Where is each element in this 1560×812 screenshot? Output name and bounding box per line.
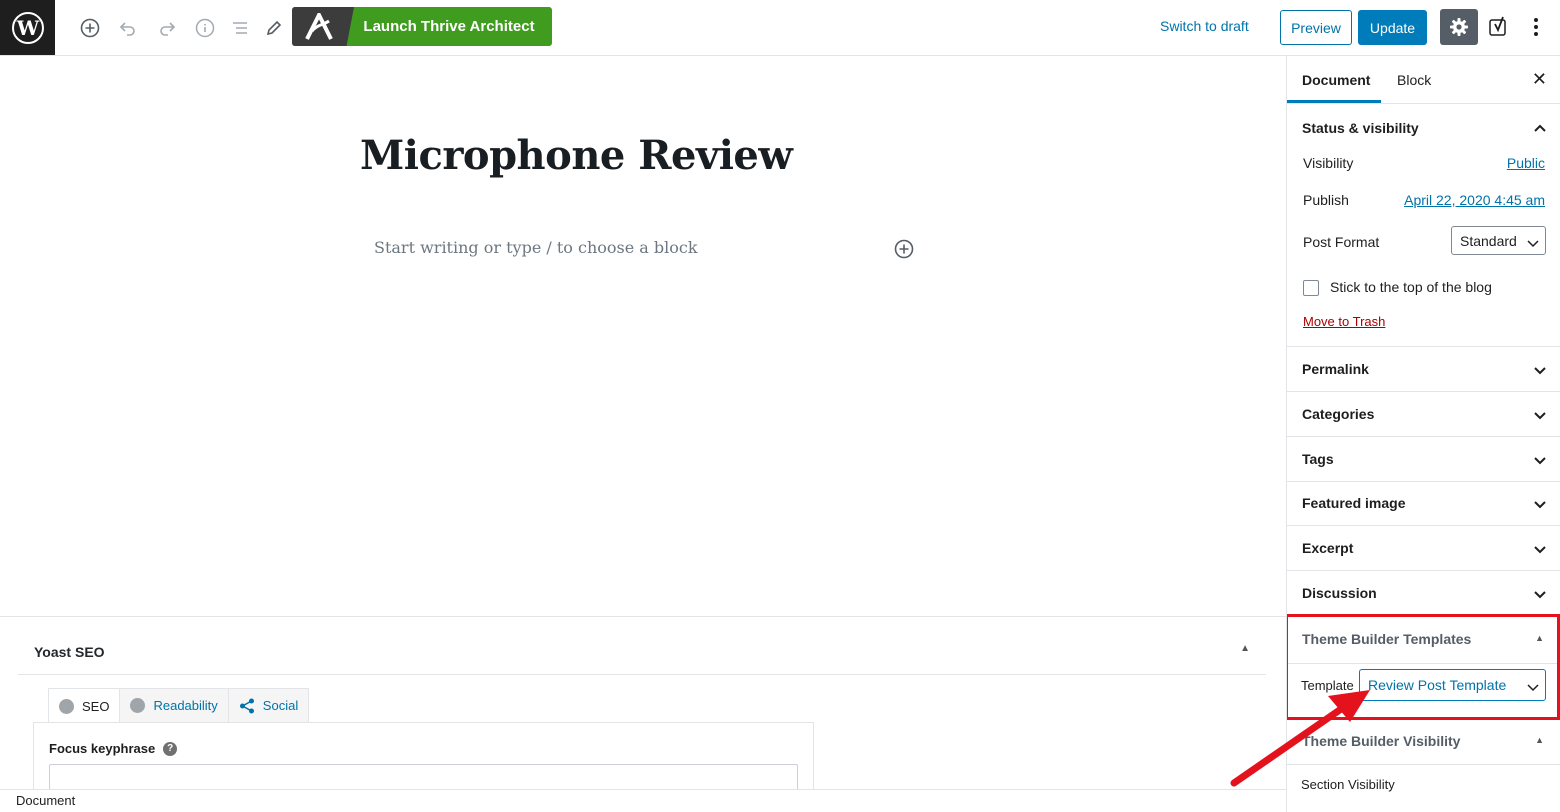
- move-to-trash-link[interactable]: Move to Trash: [1303, 314, 1385, 329]
- status-visibility-panel: Status & visibility Visibility Public Pu…: [1287, 104, 1560, 347]
- redo-icon[interactable]: [153, 14, 181, 42]
- sidebar-tabs: Document Block ✕: [1287, 56, 1560, 104]
- visibility-link[interactable]: Public: [1507, 155, 1545, 171]
- switch-to-draft-link[interactable]: Switch to draft: [1160, 18, 1249, 34]
- chevron-down-icon: [1533, 497, 1547, 513]
- more-options-icon[interactable]: [1524, 13, 1548, 41]
- tab-social[interactable]: Social: [227, 688, 310, 722]
- panel-permalink-title: Permalink: [1302, 361, 1369, 377]
- panel-discussion[interactable]: Discussion: [1287, 571, 1560, 616]
- tab-seo-label: SEO: [82, 698, 110, 714]
- panel-featured-image-title: Featured image: [1302, 495, 1406, 511]
- add-block-icon[interactable]: [76, 14, 104, 42]
- chevron-down-icon: [1533, 363, 1547, 379]
- block-placeholder[interactable]: Start writing or type / to choose a bloc…: [374, 238, 698, 257]
- post-format-select[interactable]: Standard: [1451, 226, 1546, 255]
- panel-discussion-title: Discussion: [1302, 585, 1377, 601]
- tab-readability-label: Readability: [153, 698, 218, 713]
- tab-block[interactable]: Block: [1397, 72, 1431, 88]
- panel-featured-image[interactable]: Featured image: [1287, 481, 1560, 526]
- chevron-down-icon: [1533, 542, 1547, 558]
- svg-text:W: W: [15, 16, 39, 40]
- stick-to-top-checkbox[interactable]: [1303, 280, 1319, 296]
- edit-pencil-icon[interactable]: [260, 14, 288, 42]
- yoast-icon[interactable]: [1486, 13, 1512, 41]
- collapse-triangle-icon[interactable]: ▲: [1535, 735, 1544, 745]
- highlight-box: [1287, 614, 1560, 720]
- editor-toolbar: W Launch Thrive Architect Switch to draf…: [0, 0, 1560, 56]
- publish-date-link[interactable]: April 22, 2020 4:45 am: [1404, 192, 1545, 208]
- panel-tags-title: Tags: [1302, 451, 1334, 467]
- theme-builder-visibility-title[interactable]: Theme Builder Visibility: [1302, 733, 1460, 749]
- chevron-down-icon: [1533, 453, 1547, 469]
- focus-keyphrase-text: Focus keyphrase: [49, 741, 156, 756]
- visibility-label: Visibility: [1303, 155, 1354, 171]
- yoast-header[interactable]: Yoast SEO ▲: [18, 617, 1266, 675]
- collapse-triangle-icon[interactable]: ▲: [1240, 643, 1250, 654]
- editor-canvas: Microphone Review Start writing or type …: [0, 56, 1286, 616]
- thrive-button-label: Launch Thrive Architect: [363, 18, 535, 35]
- share-icon: [239, 698, 254, 713]
- post-format-label: Post Format: [1303, 234, 1380, 250]
- inline-add-block-icon[interactable]: [893, 238, 915, 260]
- tab-document[interactable]: Document: [1302, 72, 1370, 88]
- undo-icon[interactable]: [114, 14, 142, 42]
- breadcrumb: Document: [0, 789, 1286, 812]
- panel-excerpt-title: Excerpt: [1302, 540, 1354, 556]
- post-title[interactable]: Microphone Review: [360, 132, 793, 179]
- stick-to-top-label[interactable]: Stick to the top of the blog: [1330, 279, 1492, 295]
- post-format-value: Standard: [1460, 232, 1517, 249]
- close-icon[interactable]: ✕: [1532, 69, 1547, 90]
- wordpress-logo-icon[interactable]: W: [0, 0, 55, 55]
- settings-sidebar: Document Block ✕ Status & visibility Vis…: [1286, 56, 1560, 812]
- chevron-up-icon[interactable]: [1533, 120, 1547, 136]
- outline-list-icon[interactable]: [226, 14, 254, 42]
- breadcrumb-document[interactable]: Document: [16, 793, 75, 808]
- yoast-tabs: SEO Readability Social: [48, 688, 310, 723]
- chevron-down-icon: [1533, 587, 1547, 603]
- active-tab-indicator: [1287, 100, 1381, 103]
- seo-score-icon: [59, 698, 74, 714]
- update-button[interactable]: Update: [1358, 10, 1427, 45]
- thrive-logo-icon: [292, 7, 354, 46]
- info-icon[interactable]: [191, 14, 219, 42]
- yoast-title: Yoast SEO: [34, 644, 105, 660]
- panel-tags[interactable]: Tags: [1287, 437, 1560, 482]
- focus-keyphrase-label: Focus keyphrase ?: [49, 741, 178, 756]
- yoast-seo-metabox: Yoast SEO ▲ SEO Readability Social Focus…: [0, 616, 1286, 802]
- panel-excerpt[interactable]: Excerpt: [1287, 526, 1560, 571]
- status-visibility-title[interactable]: Status & visibility: [1302, 120, 1419, 136]
- settings-gear-button[interactable]: [1440, 9, 1478, 45]
- help-icon[interactable]: ?: [163, 741, 178, 756]
- preview-button[interactable]: Preview: [1280, 10, 1352, 45]
- panel-categories[interactable]: Categories: [1287, 392, 1560, 437]
- chevron-down-icon: [1533, 408, 1547, 424]
- section-visibility-label: Section Visibility: [1301, 777, 1395, 792]
- tab-social-label: Social: [262, 698, 299, 713]
- publish-label: Publish: [1303, 192, 1349, 208]
- readability-score-icon: [130, 698, 146, 713]
- launch-thrive-architect-button[interactable]: Launch Thrive Architect: [292, 7, 552, 46]
- chevron-down-icon: [1527, 235, 1539, 251]
- divider: [1287, 764, 1560, 765]
- panel-categories-title: Categories: [1302, 406, 1375, 422]
- gear-icon: [1450, 18, 1468, 36]
- panel-permalink[interactable]: Permalink: [1287, 347, 1560, 392]
- tab-readability[interactable]: Readability: [119, 688, 229, 722]
- tab-seo[interactable]: SEO: [48, 688, 121, 723]
